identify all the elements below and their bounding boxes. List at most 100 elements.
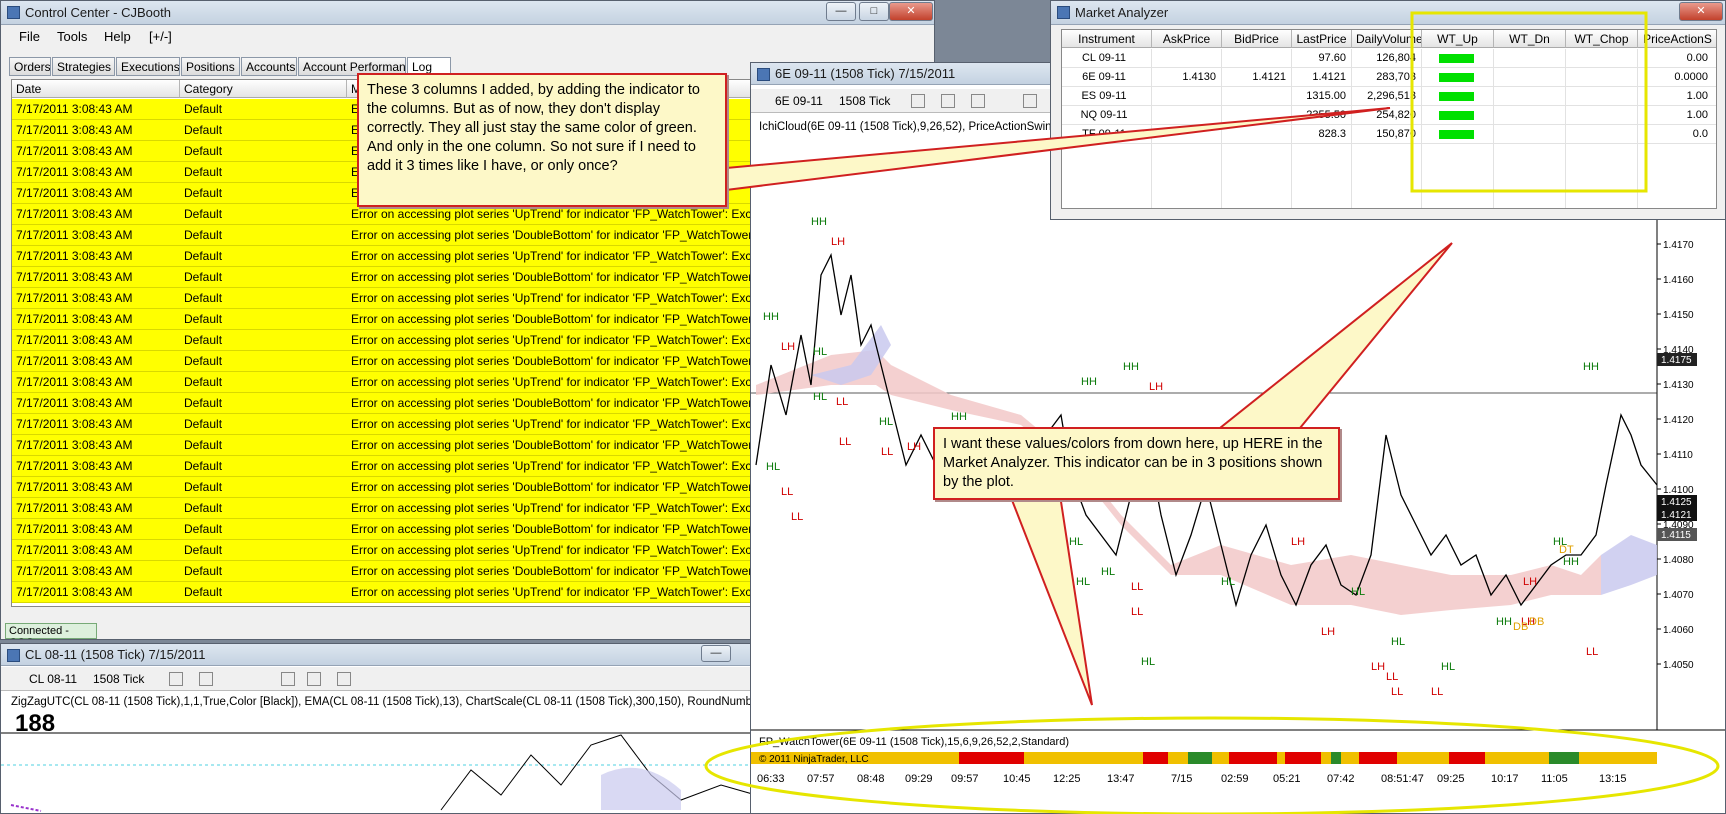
tab-strategies[interactable]: Strategies <box>52 57 115 76</box>
log-category: Default <box>184 396 223 410</box>
log-date: 7/17/2011 3:08:43 AM <box>16 459 133 473</box>
minimize-button[interactable]: — <box>826 2 856 21</box>
ma-column-askprice[interactable]: AskPrice <box>1152 30 1222 48</box>
time-tick-label: 13:15 <box>1599 773 1627 785</box>
cl-chart-titlebar[interactable]: CL 08-11 (1508 Tick) 7/15/2011 — <box>1 644 754 666</box>
cl-zoom-icon[interactable] <box>307 672 321 686</box>
menu-file[interactable]: File <box>19 29 40 44</box>
menu-help[interactable]: Help <box>104 29 131 44</box>
e6-draw-icon[interactable] <box>941 94 955 108</box>
ma-row[interactable]: ES 09-11 1315.00 2,296,513 1.00 <box>1062 87 1716 106</box>
log-date: 7/17/2011 3:08:43 AM <box>16 228 133 242</box>
ma-cell-last: 2355.50 <box>1306 109 1346 121</box>
ma-row[interactable]: NQ 09-11 2355.50 254,820 1.00 <box>1062 106 1716 125</box>
log-date: 7/17/2011 3:08:43 AM <box>16 585 133 599</box>
market-analyzer-titlebar[interactable]: Market Analyzer ✕ <box>1051 1 1725 25</box>
log-category: Default <box>184 522 223 536</box>
log-category: Default <box>184 249 223 263</box>
ma-cell-last: 1.4121 <box>1312 71 1346 83</box>
menu-expand[interactable]: [+/-] <box>149 29 172 44</box>
close-button[interactable]: ✕ <box>889 2 933 21</box>
swing-label: LL <box>1586 646 1598 658</box>
swing-label: HH <box>1563 556 1579 568</box>
time-tick-label: 10:45 <box>1003 773 1031 785</box>
control-center-titlebar[interactable]: Control Center - CJBooth — □ ✕ <box>1 1 934 25</box>
swing-label: HL <box>1391 636 1405 648</box>
ma-cell-instrument: CL 09-11 <box>1081 52 1127 64</box>
wt-up-indicator <box>1439 73 1474 82</box>
ma-column-wt-chop[interactable]: WT_Chop <box>1566 30 1638 48</box>
ma-row[interactable]: TF 09-11 828.3 150,870 0.0 <box>1062 125 1716 144</box>
ma-column-bidprice[interactable]: BidPrice <box>1222 30 1292 48</box>
market-analyzer-window: Market Analyzer ✕ Instrument AskPrice BidP… <box>1050 0 1726 220</box>
ma-gridline <box>1493 49 1494 208</box>
swing-label: LL <box>881 446 893 458</box>
time-axis: 06:33 07:57 08:48 09:29 09:57 10:45 12:25 13:47… <box>757 773 1627 785</box>
market-analyzer-title: Market Analyzer <box>1075 5 1169 20</box>
swing-label: HL <box>1141 656 1155 668</box>
ma-cell-instrument: 6E 09-11 <box>1082 71 1126 83</box>
log-category: Default <box>184 186 223 200</box>
watchtower-label: FP_WatchTower(6E 09-11 (1508 Tick),15,6,… <box>759 736 1069 748</box>
log-category: Default <box>184 564 223 578</box>
cl-crosshair-icon[interactable] <box>281 672 295 686</box>
cl-draw-icon[interactable] <box>199 672 213 686</box>
price-flag-2: 1.4125 <box>1661 497 1692 508</box>
app-icon <box>1057 6 1070 19</box>
maximize-button[interactable]: □ <box>859 2 889 21</box>
column-date[interactable]: Date <box>12 80 180 98</box>
ma-row[interactable]: 6E 09-11 1.4130 1.4121 1.4121 283,703 0.0000 <box>1062 68 1716 87</box>
e6-instrument-select[interactable]: 6E 09-11 <box>775 94 823 108</box>
ma-column-instrument[interactable]: Instrument <box>1062 30 1152 48</box>
e6-chart-title: 6E 09-11 (1508 Tick) 7/15/2011 <box>775 66 956 81</box>
log-date: 7/17/2011 3:08:43 AM <box>16 522 133 536</box>
e6-zoom-icon[interactable] <box>971 94 985 108</box>
e6-period-select[interactable]: 1508 Tick <box>839 94 890 108</box>
log-category: Default <box>184 270 223 284</box>
ma-column-lastprice[interactable]: LastPrice <box>1292 30 1352 48</box>
cl-instrument-select[interactable]: CL 08-11 <box>29 672 77 686</box>
log-category: Default <box>184 501 223 515</box>
cl-properties-icon[interactable] <box>337 672 351 686</box>
cl-period-select[interactable]: 1508 Tick <box>93 672 144 686</box>
swing-label: LL <box>1386 671 1398 683</box>
ma-column-wt-up[interactable]: WT_Up <box>1422 30 1494 48</box>
time-tick-label: 09:25 <box>1437 773 1465 785</box>
log-category: Default <box>184 165 223 179</box>
ma-column-dailyvolume[interactable]: DailyVolume <box>1352 30 1422 48</box>
tab-executions[interactable]: Executions <box>116 57 180 76</box>
tab-orders[interactable]: Orders <box>9 57 51 76</box>
column-category[interactable]: Category <box>180 80 347 98</box>
tab-accounts[interactable]: Accounts <box>241 57 297 76</box>
wt-up-indicator <box>1439 130 1474 139</box>
chart-icon <box>7 649 20 662</box>
log-category: Default <box>184 585 223 599</box>
swing-label: HH <box>1123 361 1139 373</box>
cl-bar-type-icon[interactable] <box>169 672 183 686</box>
price-flag-4: 1.4115 <box>1661 530 1691 541</box>
swing-label: LH <box>1149 381 1163 393</box>
wt-up-indicator <box>1439 54 1474 63</box>
log-date: 7/17/2011 3:08:43 AM <box>16 207 133 221</box>
ma-cell-volume: 2,296,513 <box>1367 90 1416 102</box>
ma-row[interactable]: CL 09-11 97.60 126,804 0.00 <box>1062 49 1716 68</box>
wt-up-indicator <box>1439 92 1474 101</box>
cl-minimize-button[interactable]: — <box>701 645 731 662</box>
ma-gridline <box>1637 49 1638 208</box>
swing-label: DB <box>1529 616 1544 628</box>
e6-crosshair-icon[interactable] <box>1023 94 1037 108</box>
log-date: 7/17/2011 3:08:43 AM <box>16 186 133 200</box>
ma-column-priceactions[interactable]: PriceActionS <box>1638 30 1716 48</box>
cl-chart-plot <box>1 732 754 812</box>
menu-tools[interactable]: Tools <box>57 29 87 44</box>
ma-close-button[interactable]: ✕ <box>1679 2 1723 21</box>
e6-bar-type-icon[interactable] <box>911 94 925 108</box>
tab-positions[interactable]: Positions <box>181 57 240 76</box>
chart-icon <box>757 68 770 81</box>
swing-label: LH <box>831 236 845 248</box>
ma-cell-price-action: 1.00 <box>1686 90 1708 102</box>
log-category: Default <box>184 228 223 242</box>
price-flag-3: 1.4121 <box>1661 510 1692 521</box>
ma-column-wt-dn[interactable]: WT_Dn <box>1494 30 1566 48</box>
swing-label: HH <box>951 411 967 423</box>
